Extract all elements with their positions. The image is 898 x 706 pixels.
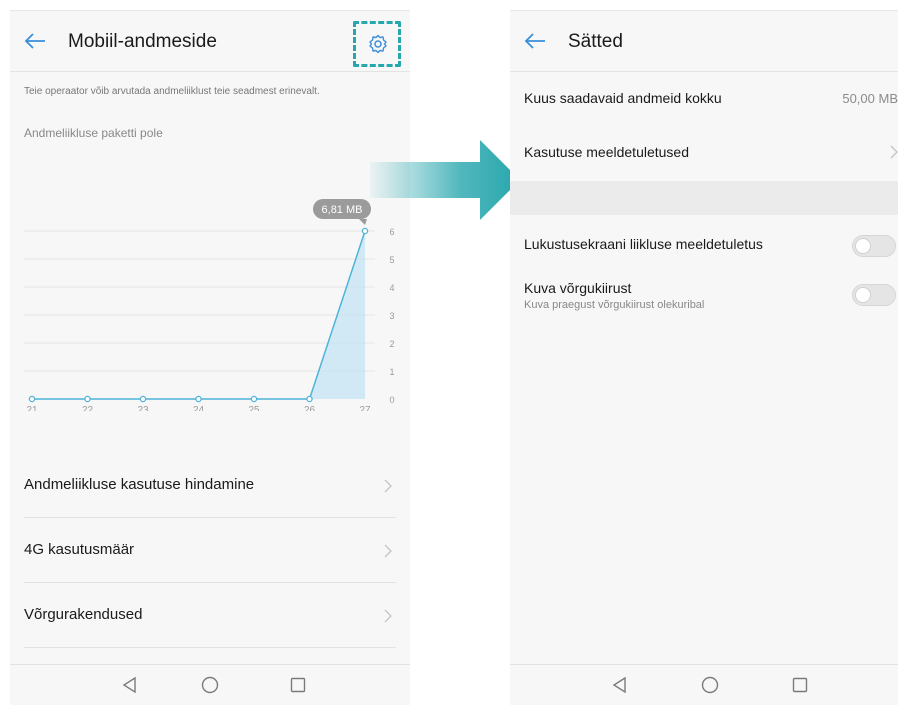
- section-divider: [510, 181, 898, 215]
- x-tick-label: 24: [193, 405, 205, 411]
- setting-label: Kuva võrgukiirust: [524, 280, 632, 296]
- chevron-right-icon: [890, 145, 898, 159]
- square-recent-icon[interactable]: [288, 675, 308, 695]
- network-speed-toggle[interactable]: [852, 284, 896, 306]
- transition-arrow-graphic: [370, 140, 520, 220]
- chart-point: [361, 227, 369, 235]
- mobile-data-screen: Mobiil-andmeside Teie operaator võib arv…: [10, 10, 410, 705]
- y-tick-label: 0: [389, 395, 394, 405]
- x-tick-label: 21: [26, 405, 38, 411]
- setting-network-speed[interactable]: Kuva võrgukiirust Kuva praegust võrgukii…: [510, 273, 898, 333]
- navigation-bar: [510, 664, 898, 705]
- chart-point: [84, 395, 91, 403]
- menu-item-label: 4G kasutusmäär: [24, 541, 135, 558]
- usage-chart: 012345621 22 23 24 25 26 276,81 MB: [24, 199, 395, 411]
- y-tick-label: 4: [389, 283, 394, 293]
- circle-home-icon[interactable]: [700, 675, 720, 695]
- chart-point: [139, 395, 147, 403]
- divider: [24, 517, 396, 518]
- usage-badge-label: 6,81 MB: [322, 204, 363, 216]
- usage-badge-pointer: [359, 219, 367, 225]
- divider: [510, 71, 898, 72]
- y-tick-label: 1: [389, 367, 394, 377]
- setting-subtitle: Kuva praegust võrgukiirust olekuribal: [524, 299, 705, 311]
- menu-item-4g-usage[interactable]: 4G kasutusmäär: [10, 519, 410, 583]
- back-arrow-icon[interactable]: [524, 33, 546, 49]
- operator-notice: Teie operaator võib arvutada andmeliiklu…: [24, 86, 320, 97]
- x-tick-label: 25: [248, 405, 260, 411]
- page-title: Mobiil-andmeside: [68, 31, 217, 52]
- setting-label: Kasutuse meeldetuletused: [524, 144, 689, 160]
- setting-monthly-data[interactable]: Kuus saadavaid andmeid kokku 50,00 MB: [510, 73, 898, 123]
- y-tick-label: 3: [389, 311, 394, 321]
- menu-item-label: Andmeliikluse kasutuse hindamine: [24, 476, 255, 493]
- menu-item-label: Võrgurakendused: [24, 606, 143, 623]
- lockscreen-reminder-toggle[interactable]: [852, 235, 896, 257]
- chevron-right-icon: [384, 544, 392, 558]
- back-arrow-icon[interactable]: [24, 33, 46, 49]
- app-bar: Mobiil-andmeside: [10, 11, 410, 71]
- setting-label: Lukustusekraani liikluse meeldetuletus: [524, 236, 763, 252]
- y-tick-label: 2: [389, 339, 394, 349]
- app-bar: Sätted: [510, 11, 898, 71]
- chevron-right-icon: [384, 479, 392, 493]
- setting-value: 50,00 MB: [842, 91, 898, 106]
- triangle-back-icon[interactable]: [610, 675, 630, 695]
- setting-lockscreen-reminder[interactable]: Lukustusekraani liikluse meeldetuletus: [510, 215, 898, 273]
- chart-point: [250, 395, 258, 403]
- setting-usage-reminders[interactable]: Kasutuse meeldetuletused: [510, 123, 898, 181]
- divider: [24, 647, 396, 648]
- toggle-knob: [855, 238, 871, 254]
- x-tick-label: 26: [304, 405, 316, 411]
- toggle-knob: [855, 287, 871, 303]
- menu-item-usage-estimation[interactable]: Andmeliikluse kasutuse hindamine: [10, 454, 410, 518]
- x-tick-label: 23: [137, 405, 149, 411]
- chart-point: [28, 395, 36, 403]
- chart-point: [195, 395, 202, 403]
- square-recent-icon[interactable]: [790, 675, 810, 695]
- divider: [24, 582, 396, 583]
- triangle-back-icon[interactable]: [120, 675, 140, 695]
- x-tick-label: 22: [82, 405, 94, 411]
- circle-home-icon[interactable]: [200, 675, 220, 695]
- settings-highlight: [353, 21, 401, 67]
- setting-label: Kuus saadavaid andmeid kokku: [524, 90, 722, 106]
- settings-screen: Sätted Kuus saadavaid andmeid kokku 50,0…: [510, 10, 898, 705]
- divider: [10, 71, 410, 72]
- x-tick-label: 27: [359, 405, 371, 411]
- chevron-right-icon: [384, 609, 392, 623]
- page-title: Sätted: [568, 31, 623, 52]
- chart-point: [306, 395, 313, 403]
- y-tick-label: 5: [389, 255, 394, 265]
- package-status: Andmeliikluse paketti pole: [24, 126, 163, 140]
- navigation-bar: [10, 664, 410, 705]
- gear-icon[interactable]: [368, 34, 388, 54]
- menu-item-network-apps[interactable]: Võrgurakendused: [10, 584, 410, 648]
